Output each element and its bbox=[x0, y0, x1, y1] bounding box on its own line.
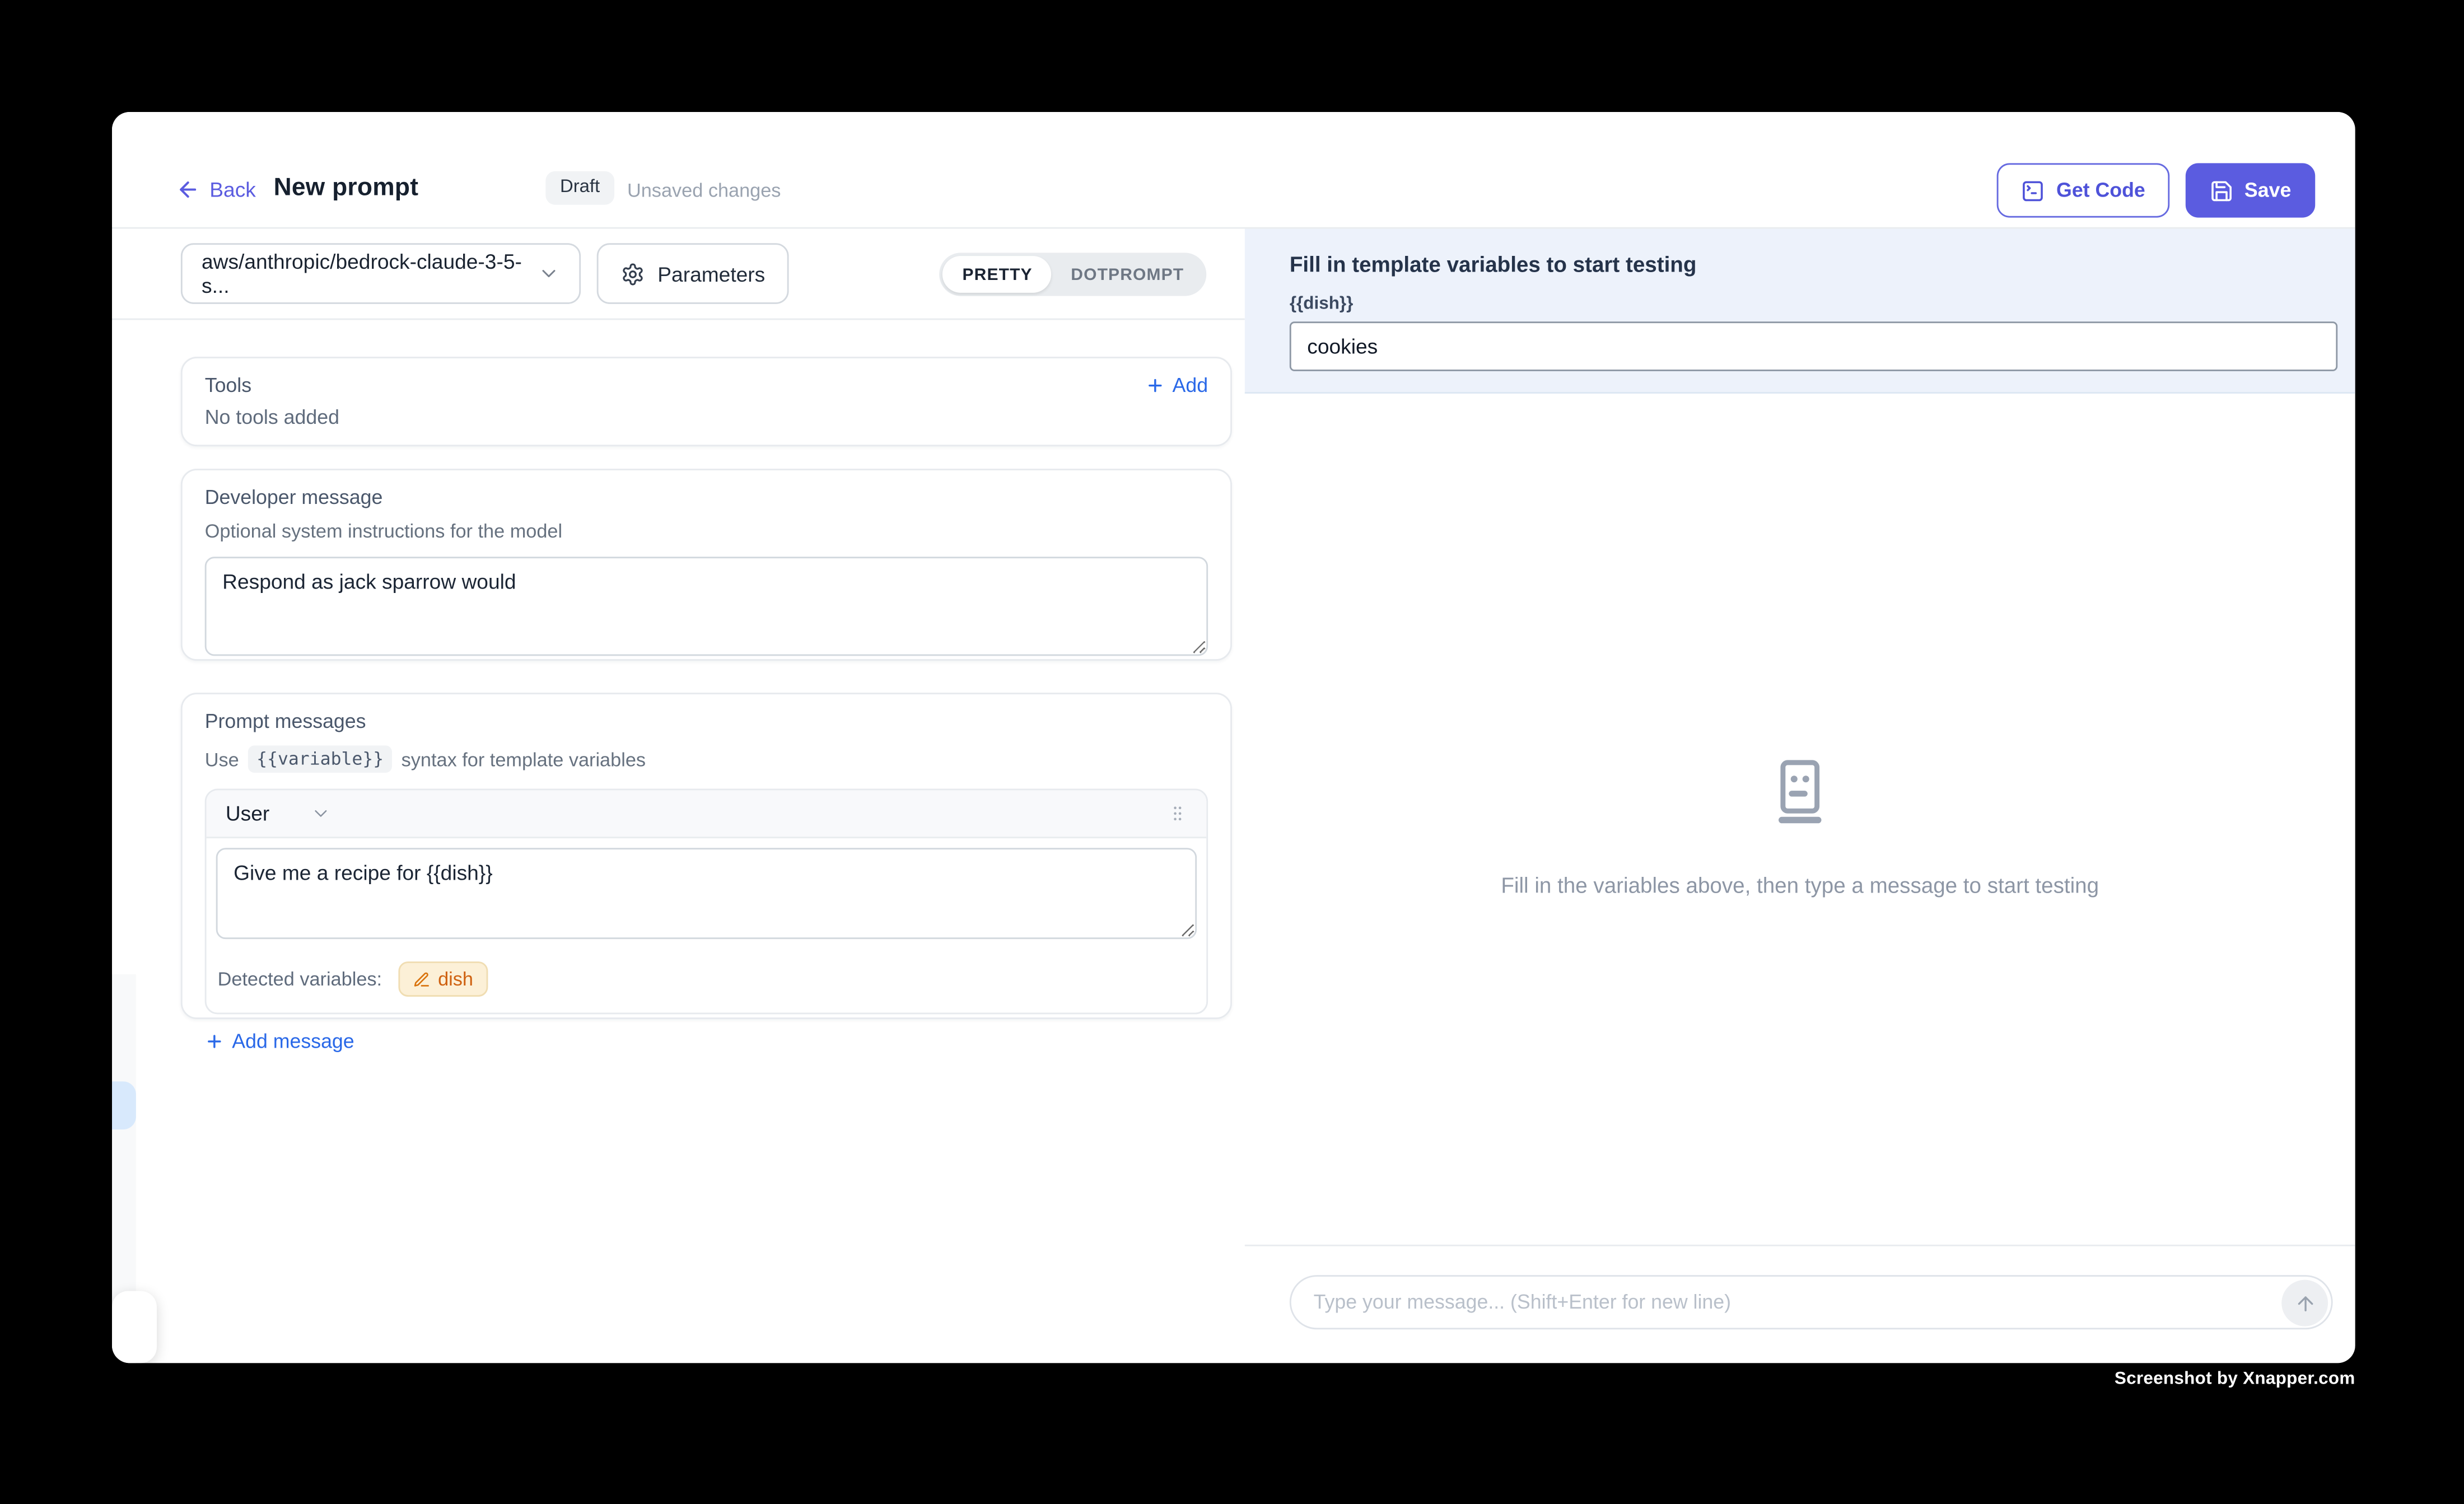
gutter-blue-item bbox=[112, 1081, 136, 1129]
prompt-editor-panel: aws/anthropic/bedrock-claude-3-5-s... Pa… bbox=[112, 229, 1245, 1363]
watermark-text: Screenshot by Xnapper.com bbox=[2115, 1370, 2355, 1389]
message-body: Give me a recipe for {{dish}} bbox=[207, 838, 1207, 949]
syntax-hint-suffix: syntax for template variables bbox=[402, 748, 646, 770]
add-tool-label: Add bbox=[1173, 375, 1208, 397]
tools-title: Tools bbox=[205, 375, 251, 397]
unsaved-changes-text: Unsaved changes bbox=[627, 179, 781, 202]
test-panel: Fill in template variables to start test… bbox=[1245, 229, 2355, 1363]
syntax-hint-code: {{variable}} bbox=[249, 745, 392, 773]
drag-handle-icon[interactable] bbox=[1168, 801, 1187, 825]
get-code-button[interactable]: Get Code bbox=[1997, 163, 2169, 217]
back-label: Back bbox=[209, 178, 256, 202]
tools-empty-text: No tools added bbox=[205, 407, 1208, 429]
developer-message-subtitle: Optional system instructions for the mod… bbox=[205, 520, 1208, 543]
chat-message-input[interactable] bbox=[1314, 1291, 2331, 1314]
role-selector-value: User bbox=[226, 801, 269, 825]
syntax-hint-prefix: Use bbox=[205, 748, 239, 770]
detected-variables-row: Detected variables: dish bbox=[207, 949, 1207, 1012]
message-block: User Give me a recipe for {{dish}} bbox=[205, 789, 1208, 1015]
app-header: Back New prompt Draft Unsaved changes Ge… bbox=[112, 112, 2355, 229]
toggle-dotprompt[interactable]: DOTPROMPT bbox=[1052, 256, 1203, 293]
prompt-messages-title: Prompt messages bbox=[205, 711, 1208, 733]
terminal-icon bbox=[2021, 179, 2045, 203]
detected-variables-label: Detected variables: bbox=[218, 968, 382, 991]
variable-value-input[interactable] bbox=[1290, 321, 2337, 371]
message-role-header: User bbox=[207, 790, 1207, 838]
screenshot-stage: Back New prompt Draft Unsaved changes Ge… bbox=[0, 0, 2464, 1504]
chat-empty-text: Fill in the variables above, then type a… bbox=[1245, 874, 2355, 898]
variable-badge-dish[interactable]: dish bbox=[398, 961, 488, 997]
add-message-button[interactable]: Add message bbox=[205, 1030, 1208, 1053]
pencil-icon bbox=[412, 970, 430, 988]
add-message-label: Add message bbox=[232, 1030, 354, 1053]
model-selector[interactable]: aws/anthropic/bedrock-claude-3-5-s... bbox=[181, 243, 581, 304]
variable-key-label: {{dish}} bbox=[1290, 295, 2311, 314]
arrow-up-icon bbox=[2294, 1292, 2316, 1314]
developer-message-title: Developer message bbox=[205, 487, 1208, 509]
template-variables-section: Fill in template variables to start test… bbox=[1245, 229, 2355, 394]
back-button[interactable]: Back bbox=[176, 178, 256, 202]
view-mode-toggle: PRETTY DOTPROMPT bbox=[940, 253, 1207, 296]
variable-badge-label: dish bbox=[438, 968, 473, 991]
chat-input-container bbox=[1290, 1275, 2333, 1329]
role-selector[interactable]: User bbox=[226, 801, 332, 825]
header-actions: Get Code Save bbox=[1997, 163, 2315, 217]
tools-card: Tools Add No tools added bbox=[181, 357, 1232, 446]
developer-message-textarea[interactable]: Respond as jack sparrow would bbox=[205, 557, 1208, 656]
bot-face-icon bbox=[1765, 756, 1835, 827]
app-window: Back New prompt Draft Unsaved changes Ge… bbox=[112, 112, 2355, 1363]
parameters-button[interactable]: Parameters bbox=[597, 243, 789, 304]
plus-icon bbox=[1145, 376, 1164, 395]
model-selector-value: aws/anthropic/bedrock-claude-3-5-s... bbox=[202, 250, 538, 298]
gear-icon bbox=[621, 261, 645, 286]
syntax-hint: Use {{variable}} syntax for template var… bbox=[205, 745, 1208, 773]
save-button[interactable]: Save bbox=[2185, 163, 2315, 217]
chat-divider bbox=[1245, 1245, 2355, 1246]
send-button[interactable] bbox=[2281, 1280, 2328, 1326]
parameters-label: Parameters bbox=[657, 261, 765, 286]
page-title: New prompt bbox=[274, 174, 419, 203]
plus-icon bbox=[205, 1032, 224, 1051]
developer-message-card: Developer message Optional system instru… bbox=[181, 469, 1232, 661]
chevron-down-icon bbox=[538, 263, 560, 285]
save-icon bbox=[2209, 179, 2233, 203]
editor-toolbar: aws/anthropic/bedrock-claude-3-5-s... Pa… bbox=[112, 229, 1245, 320]
add-tool-button[interactable]: Add bbox=[1145, 375, 1208, 397]
gutter-popover-card bbox=[112, 1291, 157, 1363]
prompt-messages-card: Prompt messages Use {{variable}} syntax … bbox=[181, 693, 1232, 1019]
chevron-down-icon bbox=[311, 803, 332, 824]
template-variables-title: Fill in template variables to start test… bbox=[1290, 253, 2311, 277]
save-label: Save bbox=[2244, 179, 2291, 202]
status-badge: Draft bbox=[545, 171, 614, 205]
chat-empty-state: Fill in the variables above, then type a… bbox=[1245, 756, 2355, 897]
get-code-label: Get Code bbox=[2056, 179, 2145, 202]
message-textarea[interactable]: Give me a recipe for {{dish}} bbox=[216, 848, 1197, 939]
arrow-left-icon bbox=[176, 178, 200, 202]
toggle-pretty[interactable]: PRETTY bbox=[943, 256, 1052, 293]
